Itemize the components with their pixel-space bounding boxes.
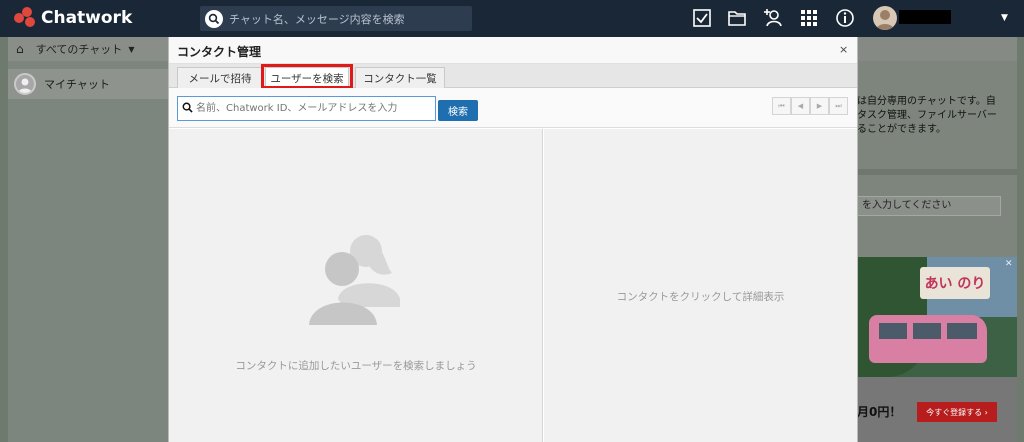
sidebar-filter-label: すべてのチャット [35,43,123,56]
user-search-row: 検索 [169,88,857,128]
ad-signup-button[interactable]: 今すぐ登録する › [917,402,997,422]
user-search-field[interactable] [177,96,436,121]
account-menu-caret-icon[interactable]: ▼ [1001,13,1008,23]
global-search[interactable]: チャット名、メッセージ内容を検索 [200,6,472,31]
dialog-title: コンタクト管理 [177,45,262,59]
folder-icon[interactable] [727,8,749,30]
sidebar-item-my-chat[interactable]: マイチャット [8,69,168,99]
chevron-down-icon: ▼ [128,44,135,54]
ad-logo: あい のり [920,267,990,299]
user-name-redacted [899,10,951,24]
ad-bus-image [869,315,987,363]
prev-page-button[interactable]: ◀ [791,97,810,115]
info-icon[interactable] [835,8,857,30]
room-info-panel: は自分専用のチャットです。自 タスク管理、ファイルサーバー ることができます。 … [853,37,1017,442]
empty-state-message: コンタクトに追加したいユーザーを検索しましょう [235,360,477,372]
search-button[interactable]: 検索 [438,100,478,121]
room-info-header [857,37,1017,61]
users-icon [304,229,404,329]
add-contact-icon[interactable] [763,8,785,30]
last-page-button[interactable]: ⏭ [829,97,848,115]
dialog-tabs: メールで招待 ユーザーを検索 コンタクト一覧 [169,64,857,88]
tab-invite-by-email[interactable]: メールで招待 [177,67,263,88]
chatwork-logo-icon [14,7,38,29]
sidebar: ⌂ すべてのチャット ▼ マイチャット [8,37,168,442]
advertisement[interactable]: あい のり 月0円！ 今すぐ登録する › ✕ [857,257,1017,442]
user-search-input[interactable] [196,98,432,119]
next-page-button[interactable]: ▶ [810,97,829,115]
first-page-button[interactable]: ⏮ [772,97,791,115]
user-avatar[interactable] [873,6,897,30]
contact-management-dialog: コンタクト管理 × メールで招待 ユーザーを検索 コンタクト一覧 検索 ⏮ ◀ … [168,37,858,442]
top-bar: Chatwork チャット名、メッセージ内容を検索 ▼ [0,0,1024,37]
dialog-header: コンタクト管理 × [169,37,857,64]
app-logo[interactable]: Chatwork [14,6,132,30]
room-description: は自分専用のチャットです。自 タスク管理、ファイルサーバー ることができます。 [857,96,997,135]
ad-price: 月0円！ [857,405,902,419]
sidebar-item-label: マイチャット [44,78,110,91]
ad-close-icon[interactable]: ✕ [1005,259,1013,269]
app-name: Chatwork [41,8,133,28]
home-icon: ⌂ [16,42,24,56]
close-icon[interactable]: × [839,43,848,56]
apps-grid-icon[interactable] [799,8,821,30]
pagination: ⏮ ◀ ▶ ⏭ [772,97,850,115]
contact-detail-pane: コンタクトをクリックして詳細表示 [544,129,857,442]
detail-placeholder-message: コンタクトをクリックして詳細表示 [616,291,785,303]
sidebar-filter[interactable]: ⌂ すべてのチャット ▼ [8,37,168,61]
task-checkbox-icon[interactable] [692,8,714,30]
global-search-placeholder: チャット名、メッセージ内容を検索 [229,12,405,26]
task-input[interactable]: を入力してください [853,196,1001,216]
divider [857,169,1017,175]
tab-contact-list[interactable]: コンタクト一覧 [355,67,445,88]
tab-search-users[interactable]: ユーザーを検索 [265,67,349,88]
search-icon [182,102,196,116]
search-results-pane: コンタクトに追加したいユーザーを検索しましょう [169,129,543,442]
my-chat-avatar [14,73,36,95]
search-icon [205,9,223,28]
